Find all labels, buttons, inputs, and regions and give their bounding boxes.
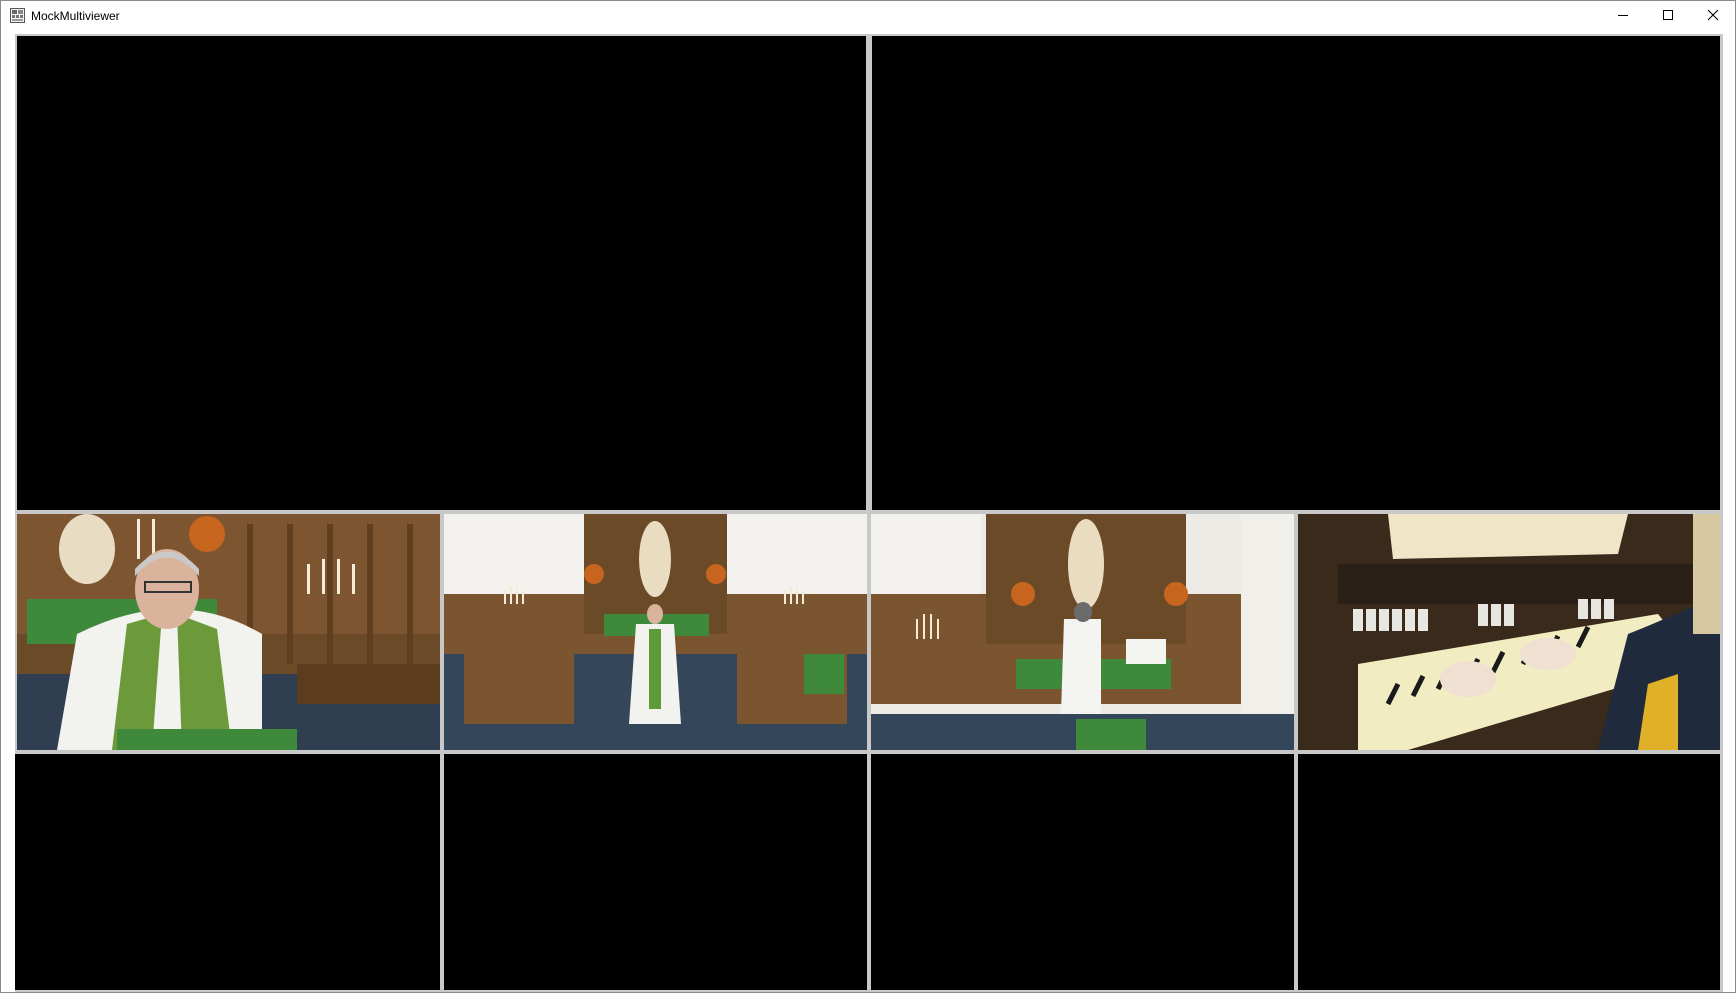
minimize-icon	[1617, 8, 1629, 26]
camera-feed-pastor-closeup	[17, 514, 440, 750]
minimize-button[interactable]	[1600, 1, 1645, 32]
camera-feed-altar	[871, 514, 1294, 750]
window-title: MockMultiviewer	[31, 9, 120, 23]
camera-feed-organ	[1298, 514, 1720, 750]
camera-tile-4[interactable]	[1298, 514, 1720, 750]
title-bar[interactable]: MockMultiviewer	[1, 1, 1735, 32]
app-window: MockMultiviewer	[0, 0, 1736, 993]
close-button[interactable]	[1690, 1, 1735, 32]
app-icon[interactable]	[10, 8, 25, 23]
input-tile-6[interactable]	[444, 754, 867, 990]
maximize-icon	[1662, 8, 1674, 26]
input-tile-7[interactable]	[871, 754, 1294, 990]
camera-tile-1[interactable]	[17, 514, 440, 750]
preview-tile-2[interactable]	[872, 36, 1720, 510]
multiviewer-grid	[15, 34, 1723, 992]
input-tile-8[interactable]	[1298, 754, 1720, 990]
preview-tile-1[interactable]	[17, 36, 866, 510]
camera-tile-3[interactable]	[871, 514, 1294, 750]
close-icon	[1707, 8, 1719, 26]
maximize-button[interactable]	[1645, 1, 1690, 32]
camera-feed-sanctuary-wide	[444, 514, 867, 750]
camera-tile-2[interactable]	[444, 514, 867, 750]
input-tile-5[interactable]	[15, 754, 440, 990]
